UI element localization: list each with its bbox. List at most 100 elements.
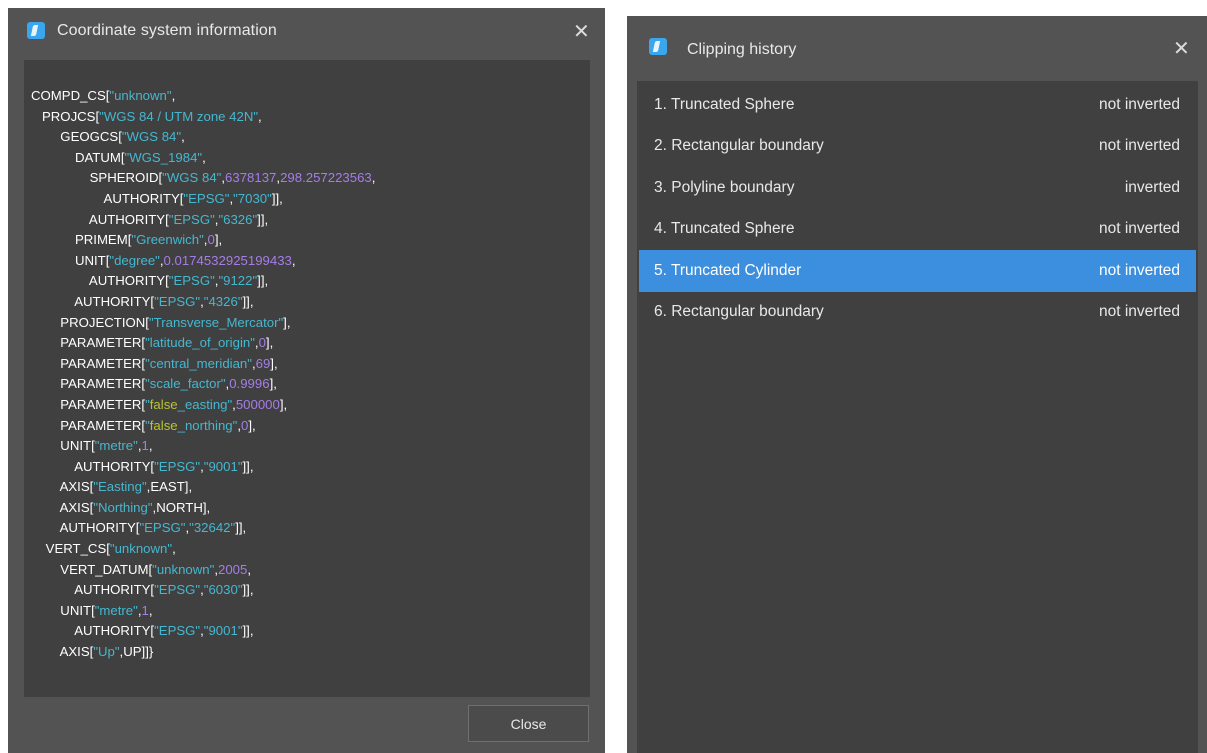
code-token: ], (214, 232, 223, 248)
code-token: AXIS[ (31, 499, 94, 515)
code-token: "unknown" (152, 561, 215, 577)
code-line: PARAMETER["scale_factor",0.9996], (31, 374, 590, 395)
coordinate-system-dialog: Coordinate system information ✕ COMPD_CS… (8, 8, 605, 753)
code-token: ]], (242, 623, 254, 639)
code-line: GEOGCS["WGS 84", (31, 127, 590, 148)
coordinate-system-text[interactable]: COMPD_CS["unknown", PROJCS["WGS 84 / UTM… (24, 60, 590, 697)
code-token: VERT_CS[ (31, 541, 110, 557)
code-token: ]], (242, 582, 254, 598)
code-line: AUTHORITY["EPSG","32642"]], (31, 518, 590, 539)
code-token: "EPSG" (154, 293, 201, 309)
code-token: AUTHORITY[ (31, 273, 169, 289)
code-token: , (148, 438, 153, 454)
code-token: , (171, 88, 176, 103)
code-token: "Greenwich" (131, 232, 204, 248)
code-token: "unknown" (109, 88, 172, 103)
code-line: AUTHORITY["EPSG","7030"]], (31, 189, 590, 210)
code-token: _easting" (177, 396, 233, 412)
code-token: VERT_DATUM[ (31, 561, 153, 577)
code-token: PARAMETER[ (31, 417, 146, 433)
code-token: ], (283, 314, 291, 330)
code-line: AUTHORITY["EPSG","4326"]], (31, 292, 590, 313)
close-icon[interactable]: ✕ (1173, 38, 1190, 58)
code-token: ,EAST], (146, 479, 193, 495)
code-token: "32642" (189, 520, 236, 536)
code-token: ]], (257, 273, 269, 289)
close-button[interactable]: Close (468, 705, 589, 742)
code-token: ]], (257, 211, 269, 227)
code-line: UNIT["degree",0.0174532925199433, (31, 251, 590, 272)
code-token: "WGS 84" (162, 170, 222, 186)
code-token: "Easting" (93, 479, 147, 495)
clipping-item-label: 6. Rectangular boundary (654, 303, 824, 321)
code-line: PRIMEM["Greenwich",0], (31, 230, 590, 251)
code-token: UNIT[ (31, 438, 95, 454)
code-token: ]], (242, 458, 254, 474)
code-token: , (181, 129, 185, 145)
code-token: "6326" (218, 211, 258, 227)
code-token: 1 (141, 602, 149, 618)
clipping-item-label: 2. Rectangular boundary (654, 137, 824, 155)
close-icon[interactable]: ✕ (573, 21, 590, 41)
code-token: 500000 (235, 396, 280, 412)
code-token: "latitude_of_origin" (145, 335, 255, 351)
code-token: PROJECTION[ (31, 314, 149, 330)
clipping-item-status: not inverted (1099, 95, 1180, 113)
code-line: VERT_CS["unknown", (31, 539, 590, 560)
code-token: 6378137 (225, 170, 277, 186)
code-line: AXIS["Northing",NORTH], (31, 498, 590, 519)
code-token: ,NORTH], (152, 499, 211, 515)
code-token: AUTHORITY[ (31, 623, 155, 639)
code-line: COMPD_CS["unknown", (31, 86, 590, 107)
code-line: SPHEROID["WGS 84",6378137,298.257223563, (31, 168, 590, 189)
clipping-item-label: 5. Truncated Cylinder (654, 261, 802, 279)
clipping-history-item[interactable]: 4. Truncated Sphere not inverted (639, 209, 1196, 251)
clipping-history-item[interactable]: 2. Rectangular boundary not inverted (639, 126, 1196, 168)
code-line: AUTHORITY["EPSG","9122"]], (31, 271, 590, 292)
clipping-history-item[interactable]: 1. Truncated Sphere not inverted (639, 84, 1196, 126)
clipping-item-status: not inverted (1099, 137, 1180, 155)
code-token: _northing" (177, 417, 238, 433)
clipping-history-list[interactable]: 1. Truncated Sphere not inverted 2. Rectan… (637, 81, 1198, 753)
code-token: false (149, 417, 178, 433)
code-token: "Northing" (93, 499, 153, 515)
code-line: AXIS["Up",UP]]} (31, 642, 590, 663)
code-token: ]], (242, 293, 254, 309)
clipping-history-item[interactable]: 6. Rectangular boundary not inverted (639, 292, 1196, 334)
code-token: "9122" (218, 273, 258, 289)
code-token: ], (269, 376, 277, 392)
clipping-item-label: 1. Truncated Sphere (654, 95, 795, 113)
code-token: AUTHORITY[ (31, 211, 169, 227)
code-token: 0 (258, 335, 266, 351)
code-token: "6030" (203, 582, 243, 598)
code-token: , (247, 561, 251, 577)
clipping-history-dialog: Clipping history ✕ 1. Truncated Sphere no… (627, 16, 1207, 753)
code-token: "EPSG" (154, 582, 201, 598)
code-token: "central_meridian" (145, 355, 252, 371)
code-token: ], (270, 355, 278, 371)
clipping-history-item[interactable]: 3. Polyline boundary inverted (639, 167, 1196, 209)
app-logo-icon (27, 22, 45, 39)
clipping-item-status: not inverted (1099, 220, 1180, 238)
code-token: UNIT[ (31, 602, 95, 618)
code-token: AXIS[ (31, 479, 94, 495)
code-token: ,UP]]} (119, 644, 154, 660)
clipping-history-item[interactable]: 5. Truncated Cylinder not inverted (639, 250, 1196, 292)
code-token: "metre" (94, 438, 138, 454)
code-token: "unknown" (109, 541, 173, 557)
code-token: , (202, 149, 206, 165)
code-token: "metre" (94, 602, 138, 618)
code-token: AUTHORITY[ (31, 582, 155, 598)
code-token: 298.257223563 (280, 170, 372, 186)
code-token: "EPSG" (168, 273, 215, 289)
code-token: "EPSG" (168, 211, 215, 227)
code-token: , (258, 108, 262, 124)
code-token: , (291, 252, 296, 268)
code-line: AUTHORITY["EPSG","6326"]], (31, 210, 590, 231)
code-token: SPHEROID[ (31, 170, 163, 186)
code-line: UNIT["metre",1, (31, 436, 590, 457)
coordinate-dialog-title: Coordinate system information (57, 22, 277, 39)
code-token: UNIT[ (31, 252, 110, 268)
clipping-item-label: 4. Truncated Sphere (654, 220, 795, 238)
code-line: PARAMETER["false_easting",500000], (31, 395, 590, 416)
